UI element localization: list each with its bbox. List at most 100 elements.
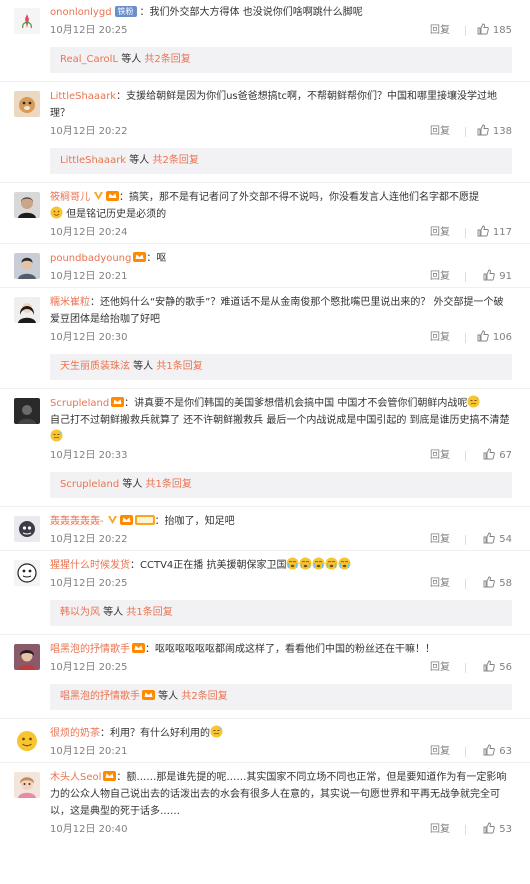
like-button[interactable]: 106: [477, 328, 512, 348]
comment-time: 10月12日 20:22: [50, 126, 128, 137]
comment-meta: 10月12日 20:21 回复 91: [50, 267, 522, 287]
comment-time: 10月12日 20:30: [50, 332, 128, 343]
reply-thread-summary[interactable]: 天生丽质装珠泫 等人 共1条回复: [50, 354, 512, 380]
comment-username[interactable]: 唱黑泡的抒情歌手: [50, 644, 130, 655]
avatar[interactable]: [14, 91, 40, 117]
avatar[interactable]: [14, 398, 40, 424]
reply-button[interactable]: 回复: [430, 223, 450, 243]
comment-body: ：利用？有什么好利用的: [100, 728, 210, 739]
comment-username[interactable]: 木头人Seol: [50, 772, 101, 783]
reply-button[interactable]: 回复: [430, 267, 450, 287]
reply-thread-summary[interactable]: Real_CarolL 等人 共2条回复: [50, 47, 512, 73]
avatar[interactable]: [14, 516, 40, 542]
reply-button[interactable]: 回复: [430, 530, 450, 550]
comment-item: 筱榈哥儿 ：搞笑，那不是有记者问了外交部不得不说吗，你没看发言人连他们名字都不愿提…: [0, 183, 530, 244]
thread-count[interactable]: 共2条回复: [152, 155, 198, 166]
comment-time: 10月12日 20:25: [50, 578, 128, 589]
thread-username[interactable]: LittleShaaark: [60, 155, 126, 166]
reply-thread-summary[interactable]: 唱黑泡的抒情歌手 等人 共2条回复: [50, 684, 512, 710]
reply-button[interactable]: 回复: [430, 122, 450, 142]
comment-username[interactable]: ononlonlygd: [50, 7, 112, 18]
like-button[interactable]: 53: [483, 820, 512, 840]
thread-count[interactable]: 共1条回复: [126, 607, 172, 618]
comment-username[interactable]: 轰轰轰轰轰-: [50, 516, 104, 527]
thread-mid: 等人: [126, 155, 153, 166]
like-button[interactable]: 67: [483, 446, 512, 466]
comment-username[interactable]: 很烦的奶茶: [50, 728, 100, 739]
like-button[interactable]: 138: [477, 122, 512, 142]
like-button[interactable]: 63: [483, 742, 512, 762]
comment-meta: 10月12日 20:22 回复 54: [50, 530, 522, 550]
comment-time: 10月12日 20:21: [50, 746, 128, 757]
crying-emoji-icon: [286, 557, 299, 570]
divider: [465, 535, 466, 545]
avatar[interactable]: [14, 8, 40, 34]
comment-username[interactable]: 猩猩什么时候发货: [50, 560, 130, 571]
comment-time: 10月12日 20:40: [50, 824, 128, 835]
comment-body: ：支援给朝鲜是因为你们us爸爸想搞tc啊，不帮朝鲜帮你们？中国和哪里接壤没学过地…: [50, 91, 498, 119]
reply-thread-summary[interactable]: Scrupleland 等人 共1条回复: [50, 472, 512, 498]
thread-count[interactable]: 共2条回复: [181, 691, 227, 702]
thumbs-up-icon: [477, 225, 489, 237]
thread-username[interactable]: 韩以为风: [60, 607, 100, 618]
thumbs-up-icon: [483, 744, 496, 756]
thread-username[interactable]: 唱黑泡的抒情歌手: [60, 691, 140, 702]
comment-username[interactable]: 筱榈哥儿: [50, 192, 90, 203]
thumbs-up-icon: [483, 822, 496, 834]
comment-body-line2: 但是铭记历史是必须的: [66, 209, 167, 220]
thread-mid: 等人: [130, 361, 157, 372]
thumbs-up-icon: [477, 124, 489, 136]
thread-username[interactable]: Scrupleland: [60, 479, 119, 490]
comment-meta: 10月12日 20:25 回复 185: [50, 21, 522, 41]
comment-username[interactable]: 糯米崔粒: [50, 297, 90, 308]
comment-username[interactable]: LittleShaaark: [50, 91, 116, 102]
reply-button[interactable]: 回复: [430, 21, 450, 41]
thread-username[interactable]: 天生丽质装珠泫: [60, 361, 130, 372]
like-button[interactable]: 54: [483, 530, 512, 550]
avatar[interactable]: [14, 560, 40, 586]
like-button[interactable]: 117: [477, 223, 512, 243]
smile-emoji-icon: [50, 206, 63, 219]
comment-body: ：讲真要不是你们韩国的美国爹想借机会搞中国 中国才不会管你们朝鲜内战呢: [124, 398, 468, 409]
like-count: 63: [499, 746, 512, 757]
comment-meta: 10月12日 20:21 回复 63: [50, 742, 522, 762]
reply-thread-summary[interactable]: 韩以为风 等人 共1条回复: [50, 600, 512, 626]
comment-time: 10月12日 20:21: [50, 271, 128, 282]
thread-count[interactable]: 共1条回复: [156, 361, 202, 372]
like-button[interactable]: 91: [483, 267, 512, 287]
thread-count[interactable]: 共1条回复: [146, 479, 192, 490]
avatar[interactable]: [14, 192, 40, 218]
like-button[interactable]: 56: [483, 658, 512, 678]
reply-button[interactable]: 回复: [430, 742, 450, 762]
like-count: 58: [499, 578, 512, 589]
reply-button[interactable]: 回复: [430, 328, 450, 348]
avatar[interactable]: [14, 772, 40, 798]
comment-item: 木头人Seol ：额……那是谁先提的呢……其实国家不同立场不同也正常，但是要知道作…: [0, 763, 530, 840]
reply-thread-summary[interactable]: LittleShaaark 等人 共2条回复: [50, 148, 512, 174]
avatar[interactable]: [14, 644, 40, 670]
comment-item: 猩猩什么时候发货：CCTV4正在播 抗美援朝保家卫国 10月12日 20:25 …: [0, 551, 530, 635]
thread-username[interactable]: Real_CarolL: [60, 54, 118, 65]
comment-text: 木头人Seol ：额……那是谁先提的呢……其实国家不同立场不同也正常，但是要知道作…: [50, 769, 522, 820]
comment-body: ：呕: [146, 253, 167, 264]
thumbs-up-icon: [483, 448, 496, 460]
member-crown-icon: [133, 252, 147, 262]
divider: [465, 228, 466, 238]
comment-item: LittleShaaark：支援给朝鲜是因为你们us爸爸想搞tc啊，不帮朝鲜帮你…: [0, 82, 530, 183]
thread-count[interactable]: 共2条回复: [144, 54, 190, 65]
comment-username[interactable]: poundbadyoung: [50, 253, 131, 264]
reply-button[interactable]: 回复: [430, 574, 450, 594]
avatar[interactable]: [14, 297, 40, 323]
like-count: 185: [492, 25, 512, 36]
avatar[interactable]: [14, 728, 40, 754]
comment-username[interactable]: Scrupleland: [50, 398, 109, 409]
like-button[interactable]: 58: [483, 574, 512, 594]
member-crown-icon: [103, 771, 117, 781]
reply-button[interactable]: 回复: [430, 446, 450, 466]
reply-button[interactable]: 回复: [430, 658, 450, 678]
reply-button[interactable]: 回复: [430, 820, 450, 840]
like-button[interactable]: 185: [477, 21, 512, 41]
divider: [465, 272, 466, 282]
crying-emoji-icon: [338, 557, 351, 570]
avatar[interactable]: [14, 253, 40, 279]
